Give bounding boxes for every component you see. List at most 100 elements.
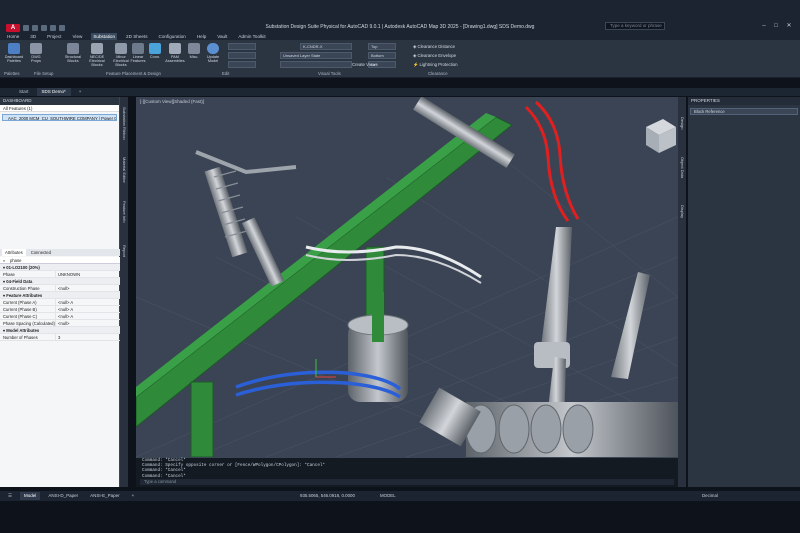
attribute-value[interactable]: <null> A bbox=[56, 306, 120, 312]
tab-sds-demo[interactable]: SDS Demo* bbox=[36, 88, 71, 96]
tab-ansi-d-paper[interactable]: ANSI-D_Paper bbox=[44, 492, 82, 500]
side-tab-design[interactable]: Design bbox=[679, 117, 685, 129]
attribute-value[interactable]: <null> bbox=[56, 320, 120, 326]
dwg-props-button[interactable]: DWG Props bbox=[28, 43, 44, 63]
side-tab-material-editor[interactable]: Material Editor bbox=[121, 157, 127, 183]
layout-menu-icon[interactable]: ☰ bbox=[4, 492, 16, 500]
save-icon[interactable] bbox=[41, 25, 47, 31]
side-tab-object-data[interactable]: Object Data bbox=[679, 157, 685, 178]
tab-help[interactable]: Help bbox=[195, 33, 208, 40]
model-viewport[interactable]: [-][Custom View][Shaded (Fast)] bbox=[136, 97, 678, 457]
attribute-value[interactable]: 3 bbox=[56, 334, 120, 340]
attribute-value[interactable]: <null> A bbox=[56, 313, 120, 319]
new-tab-button[interactable]: + bbox=[74, 88, 87, 96]
search-input[interactable]: Type a keyword or phrase bbox=[605, 22, 665, 30]
quick-access-toolbar: A bbox=[6, 24, 65, 32]
redo-icon[interactable] bbox=[59, 25, 65, 31]
tab-3d[interactable]: 3D bbox=[28, 33, 38, 40]
attribute-row[interactable]: Current (Phase C) <null> A bbox=[0, 313, 120, 320]
command-input[interactable]: Type a command bbox=[140, 479, 674, 485]
tab-ansi-e-paper[interactable]: ANSI-E_Paper bbox=[86, 492, 124, 500]
attribute-row[interactable]: Current (Phase A) <null> A bbox=[0, 299, 120, 306]
dashboard-palettes-button[interactable]: Dashboard Palettes bbox=[3, 43, 25, 63]
search-icon: ⌕ bbox=[3, 258, 6, 263]
model-space-toggle[interactable]: MODEL bbox=[380, 491, 396, 501]
layer-state-combo[interactable]: Unsaved Layer State bbox=[280, 52, 352, 59]
tab-home[interactable]: Home bbox=[5, 33, 21, 40]
object-type-combo[interactable]: Block Reference bbox=[690, 108, 798, 115]
attribute-row[interactable]: Phase Spacing (Calculated) <null> bbox=[0, 320, 120, 327]
attribute-section[interactable]: ▾ 04-Field Data bbox=[0, 278, 120, 285]
tab-start[interactable]: Start bbox=[14, 88, 34, 96]
dwg-props-icon bbox=[30, 43, 42, 54]
attribute-section[interactable]: ▾ Feature Attributes bbox=[0, 292, 120, 299]
restore-button[interactable]: □ bbox=[772, 22, 780, 30]
misc-button[interactable]: Misc. bbox=[187, 43, 201, 59]
tab-substation[interactable]: Substation bbox=[91, 33, 118, 40]
nec-electrical-blocks-button[interactable]: NEC/DE Electrical Blocks bbox=[86, 43, 108, 68]
attribute-value[interactable]: <null> A bbox=[56, 299, 120, 305]
left-side-tabs: Substation Ribbon Material Editor Featur… bbox=[120, 97, 128, 487]
view-top[interactable]: Top bbox=[368, 43, 396, 50]
tab-admin-toolkit[interactable]: Admin Toolkit bbox=[236, 33, 267, 40]
clearance-envelope-button[interactable]: ◈ Clearance Envelope bbox=[413, 53, 456, 59]
new-icon[interactable] bbox=[23, 25, 29, 31]
application-menu-button[interactable]: A bbox=[6, 24, 20, 32]
attribute-tabs: Attributes Connected bbox=[0, 249, 120, 256]
side-tab-report[interactable]: Report bbox=[121, 245, 127, 257]
update-model-button[interactable]: Update Model bbox=[204, 43, 222, 63]
command-line: Command: *Cancel* Command: Specify oppos… bbox=[136, 457, 678, 487]
attribute-section[interactable]: ▾ 01-LO2100 (20%) bbox=[0, 264, 120, 271]
minor-electrical-blocks-button[interactable]: Minor Electrical Blocks bbox=[110, 43, 132, 68]
edit-tool-row-1[interactable] bbox=[228, 43, 256, 50]
open-icon[interactable] bbox=[32, 25, 38, 31]
panel-edit: Edit bbox=[222, 71, 230, 76]
conn-button[interactable]: Conn. bbox=[148, 43, 162, 59]
dashboard-title: DASHBOARD bbox=[0, 97, 119, 105]
attribute-search-input[interactable]: phase bbox=[8, 257, 120, 263]
side-tab-display[interactable]: Display bbox=[679, 205, 685, 218]
properties-title: PROPERTIES bbox=[688, 97, 800, 105]
panel-file-setup: File Setup bbox=[34, 71, 54, 76]
attribute-value[interactable]: UNKNOWN bbox=[56, 271, 120, 277]
attribute-section[interactable]: ▾ Model Attributes bbox=[0, 327, 120, 334]
minor-electrical-icon bbox=[115, 43, 127, 54]
tab-connected[interactable]: Connected bbox=[28, 249, 54, 256]
update-icon bbox=[207, 43, 219, 54]
side-tab-feature-info[interactable]: Feature Info bbox=[121, 201, 127, 223]
edit-tool-row-3[interactable] bbox=[228, 61, 256, 68]
linear-features-button[interactable]: Linear Features bbox=[130, 43, 146, 63]
attribute-section-label: ▾ 04-Field Data bbox=[3, 279, 33, 284]
close-button[interactable]: ✕ bbox=[785, 22, 793, 30]
structural-blocks-button[interactable]: Structural Blocks bbox=[63, 43, 83, 63]
feature-filter-combo[interactable]: All Features (1) bbox=[0, 105, 119, 112]
edit-tool-row-2[interactable] bbox=[228, 52, 256, 59]
tab-vault[interactable]: Vault bbox=[215, 33, 229, 40]
lightning-protection-button[interactable]: ⚡ Lightning Protection bbox=[413, 62, 458, 68]
attribute-row[interactable]: Construction Phase <null> bbox=[0, 285, 120, 292]
tab-view[interactable]: View bbox=[70, 33, 84, 40]
tab-project[interactable]: Project bbox=[45, 33, 63, 40]
tab-attributes[interactable]: Attributes bbox=[2, 249, 26, 256]
attribute-row[interactable]: Phase UNKNOWN bbox=[0, 271, 120, 278]
minimize-button[interactable]: – bbox=[760, 22, 768, 30]
tab-2d-sheets[interactable]: 2D Sheets bbox=[124, 33, 149, 40]
viewport-controls-label[interactable]: [-][Custom View][Shaded (Fast)] bbox=[140, 99, 204, 104]
attribute-row[interactable]: Number of Phases 3 bbox=[0, 334, 120, 341]
tab-configuration[interactable]: Configuration bbox=[157, 33, 188, 40]
layer-tools-row[interactable] bbox=[280, 61, 352, 68]
undo-icon[interactable] bbox=[50, 25, 56, 31]
tab-model[interactable]: Model bbox=[20, 492, 41, 500]
create-view-button[interactable]: Create View bbox=[352, 62, 375, 67]
attribute-value[interactable]: <null> bbox=[56, 285, 120, 291]
add-layout-button[interactable]: + bbox=[128, 492, 139, 500]
layer-combo[interactable]: K-CNDR-X bbox=[300, 43, 352, 50]
attribute-row[interactable]: Current (Phase B) <null> A bbox=[0, 306, 120, 313]
clearance-distance-button[interactable]: ◈ Clearance Distance bbox=[413, 44, 455, 50]
side-tab-substation-ribbon[interactable]: Substation Ribbon bbox=[121, 107, 127, 140]
view-bottom[interactable]: Bottom bbox=[368, 52, 396, 59]
pam-assemblies-button[interactable]: PAM Assemblies bbox=[165, 43, 185, 63]
panel-palettes: Palettes bbox=[4, 71, 20, 76]
units-display[interactable]: Decimal bbox=[702, 491, 718, 501]
selected-feature-item[interactable]: AAC_2000 MCM_CU_SOUTHWIRE COMPANY / Powe… bbox=[2, 114, 117, 121]
